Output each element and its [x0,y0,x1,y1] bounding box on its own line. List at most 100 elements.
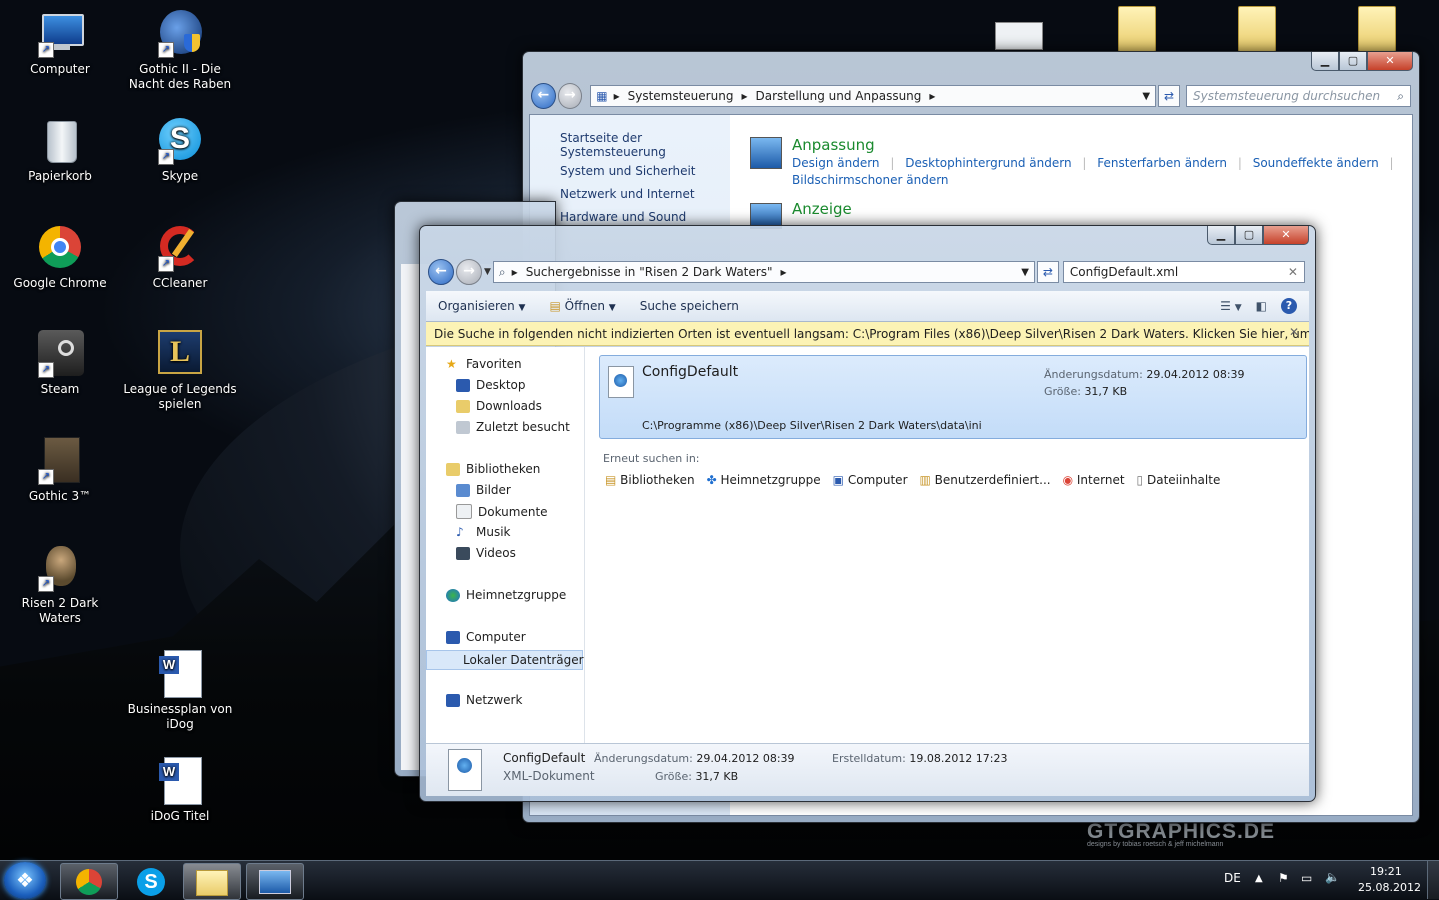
search-again-computer[interactable]: ▣ Computer [833,473,908,487]
recent-pages-chevron-icon[interactable]: ▼ [484,267,491,277]
nav-item-downloads[interactable]: Downloads [456,399,542,413]
desktop-icon-businessplan[interactable]: W Businessplan von iDog [122,650,238,732]
details-created-label: Erstelldatum: [832,752,906,765]
show-desktop-button[interactable] [1427,861,1439,899]
skype-icon: S [137,868,165,896]
desktop-partial-file-icon[interactable] [995,22,1043,50]
search-again-libraries[interactable]: ▤ Bibliotheken [605,473,695,487]
desktop-icon-steam[interactable]: ↗ Steam [2,330,118,397]
language-indicator[interactable]: DE [1224,871,1241,885]
explorer-window[interactable]: ▁ ▢ ✕ ← → ▼ ⌕ ▸ Suchergebnisse in "Risen… [419,225,1316,802]
link-desktophintergrund[interactable]: Desktophintergrund ändern [905,156,1071,170]
maximize-button[interactable]: ▢ [1339,52,1367,71]
breadcrumb-current[interactable]: Suchergebnisse in "Risen 2 Dark Waters" [526,265,773,279]
minimize-button[interactable]: ▁ [1311,52,1339,71]
minimize-button[interactable]: ▁ [1207,226,1235,245]
clock-time[interactable]: 19:21 [1370,865,1402,878]
clock-date[interactable]: 25.08.2012 [1358,881,1421,894]
category-title[interactable]: Anpassung [792,136,1401,154]
search-input[interactable]: ConfigDefault.xml ✕ [1062,261,1305,283]
address-bar[interactable]: ⌕ ▸ Suchergebnisse in "Risen 2 Dark Wate… [492,261,1035,283]
start-button[interactable] [4,862,46,899]
result-size-label: Größe: [1044,385,1081,398]
search-again-internet[interactable]: ◉ Internet [1063,473,1125,487]
view-options-icon[interactable]: ☰ ▼ [1220,299,1242,313]
open-button[interactable]: ▤ Öffnen ▼ [537,299,627,313]
address-bar[interactable]: ▦ ▸ Systemsteuerung ▸ Darstellung und An… [590,85,1157,107]
taskbar-explorer-button[interactable] [183,863,241,900]
breadcrumb-root[interactable]: Systemsteuerung [628,89,734,103]
nav-item-music[interactable]: ♪ Musik [456,525,511,539]
forward-button[interactable]: → [557,83,583,109]
folder-icon[interactable] [1118,6,1156,52]
link-bildschirmschoner[interactable]: Bildschirmschoner ändern [792,173,1401,187]
save-search-button[interactable]: Suche speichern [628,299,751,313]
taskbar-chrome-button[interactable] [60,863,118,900]
sidebar-item-network-internet[interactable]: Netzwerk und Internet [560,187,695,201]
nav-item-favorites[interactable]: ★ Favoriten [446,357,522,371]
link-design-aendern[interactable]: Design ändern [792,156,880,170]
nav-item-computer[interactable]: Computer [446,630,526,644]
nav-item-libraries[interactable]: Bibliotheken [446,462,540,476]
desktop-icon-chrome[interactable]: Google Chrome [2,224,118,291]
nav-item-documents[interactable]: Dokumente [456,504,548,519]
help-icon[interactable]: ? [1281,298,1297,314]
search-again-file-contents[interactable]: ▯ Dateiinhalte [1137,473,1221,487]
folder-icon[interactable] [1238,6,1276,52]
search-again-homegroup[interactable]: ✤ Heimnetzgruppe [707,473,821,487]
desktop-icon-gothic3[interactable]: ↗ Gothic 3™ [2,437,118,504]
close-button[interactable]: ✕ [1367,52,1413,71]
desktop-icon-idog-titel[interactable]: W iDoG Titel [122,757,238,824]
close-button[interactable]: ✕ [1263,226,1309,245]
desktop-icon-lol[interactable]: L League of Legends spielen [122,330,238,412]
chevron-down-icon[interactable]: ▼ [1142,91,1150,102]
close-icon[interactable]: ✕ [1289,325,1299,339]
result-size: 31,7 KB [1084,385,1128,398]
sidebar-item-home[interactable]: Startseite der Systemsteuerung [560,131,730,159]
chevron-down-icon[interactable]: ▼ [1021,267,1029,278]
details-modified-label: Änderungsdatum: [594,752,693,765]
info-bar[interactable]: Die Suche in folgenden nicht indizierten… [426,322,1309,346]
breadcrumb-current[interactable]: Darstellung und Anpassung [755,89,921,103]
nav-item-recent[interactable]: Zuletzt besucht [456,420,570,434]
skype-icon: S ↗ [156,117,204,165]
back-button[interactable]: ← [428,259,454,285]
maximize-button[interactable]: ▢ [1235,226,1263,245]
show-hidden-icons-icon[interactable]: ▲ [1255,873,1263,884]
nav-item-network[interactable]: Netzwerk [446,693,522,707]
sidebar-item-system-security[interactable]: System und Sicherheit [560,164,696,178]
nav-item-videos[interactable]: Videos [456,546,516,560]
link-fensterfarben[interactable]: Fensterfarben ändern [1097,156,1227,170]
preview-pane-icon[interactable]: ◧ [1256,299,1267,313]
desktop-icon-skype[interactable]: S ↗ Skype [122,117,238,184]
nav-item-pictures[interactable]: Bilder [456,483,511,497]
desktop-icon-computer[interactable]: ↗ Computer [2,10,118,77]
nav-item-homegroup[interactable]: Heimnetzgruppe [446,588,566,602]
link-soundeffekte[interactable]: Soundeffekte ändern [1253,156,1379,170]
desktop-icon-gothic2[interactable]: ↗ Gothic II - Die Nacht des Raben [122,10,238,92]
clear-search-icon[interactable]: ✕ [1288,265,1298,279]
details-size: 31,7 KB [695,770,739,783]
search-result-item[interactable]: ConfigDefault Änderungsdatum: 29.04.2012… [599,355,1307,439]
desktop-icon-risen2[interactable]: ↗ Risen 2 Dark Waters [2,544,118,626]
desktop-icon-recycle-bin[interactable]: Papierkorb [2,117,118,184]
taskbar-control-panel-button[interactable] [246,863,304,900]
chrome-icon [36,224,84,272]
action-center-flag-icon[interactable]: ⚑ [1278,871,1289,885]
desktop-icon-ccleaner[interactable]: ↗ CCleaner [122,224,238,291]
refresh-button[interactable]: ⇄ [1158,85,1181,107]
folder-icon[interactable] [1358,6,1396,52]
category-title[interactable]: Anzeige [792,200,852,218]
refresh-button[interactable]: ⇄ [1036,261,1059,283]
forward-button[interactable]: → [456,259,482,285]
nav-item-local-disk[interactable]: Lokaler Datenträger [426,650,584,670]
sidebar-item-hardware-sound[interactable]: Hardware und Sound [560,210,686,224]
nav-item-desktop[interactable]: Desktop [456,378,526,392]
search-input[interactable]: Systemsteuerung durchsuchen ⌕ [1186,85,1412,107]
volume-icon[interactable]: 🔈 [1325,870,1340,884]
organize-button[interactable]: Organisieren ▼ [426,299,537,313]
taskbar-skype-button[interactable]: S [122,863,180,900]
search-again-custom[interactable]: ▥ Benutzerdefiniert... [920,473,1051,487]
back-button[interactable]: ← [531,83,556,109]
network-icon[interactable]: ▭ [1301,871,1312,885]
